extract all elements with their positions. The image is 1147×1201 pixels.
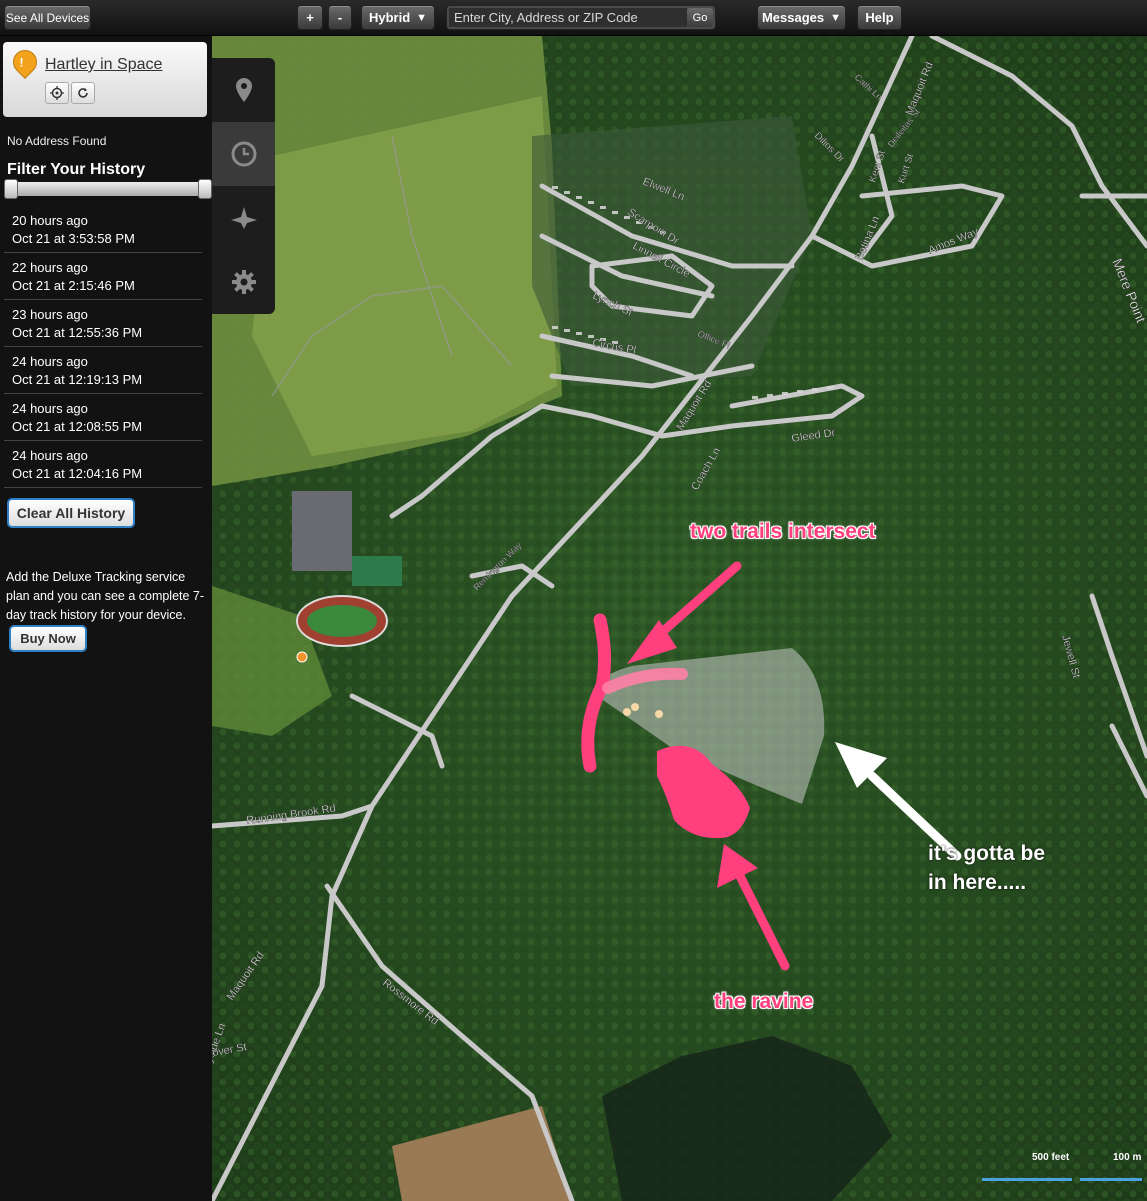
history-item[interactable]: 24 hours ago Oct 21 at 12:08:55 PM [4,394,202,441]
history-item[interactable]: 24 hours ago Oct 21 at 12:04:16 PM [4,441,202,488]
gear-icon[interactable] [212,250,275,314]
search-input[interactable] [449,8,687,27]
slider-handle-start[interactable] [4,179,18,199]
history-list: 20 hours ago Oct 21 at 3:53:58 PM 22 hou… [4,206,202,488]
annotation-here-line2: in here..... [928,871,1027,894]
messages-button[interactable]: Messages ▼ [757,5,846,30]
history-ago: 24 hours ago [12,354,88,369]
history-range-slider[interactable] [4,179,212,199]
annotation-trails: two trails intersect [690,520,876,543]
share-nodes-icon[interactable] [212,186,275,250]
filter-title: Filter Your History [7,161,146,178]
scale-feet: 500 feet [1032,1152,1070,1163]
promo-text: Add the Deluxe Tracking service plan and… [6,570,205,622]
refresh-icon[interactable] [71,82,95,104]
top-toolbar: See All Devices + - Hybrid ▼ Go Messages… [0,0,1147,36]
chevron-down-icon: ▼ [416,11,428,24]
upgrade-promo: Add the Deluxe Tracking service plan and… [6,568,206,652]
history-item[interactable]: 23 hours ago Oct 21 at 12:55:36 PM [4,300,202,347]
clear-history-button[interactable]: Clear All History [7,498,135,528]
annotation-ravine: the ravine [714,990,814,1013]
history-ago: 20 hours ago [12,213,88,228]
see-all-devices-button[interactable]: See All Devices [4,5,91,30]
scale-meters: 100 m [1113,1152,1142,1163]
history-ago: 24 hours ago [12,448,88,463]
annotation-here-line1: it's gotta be [928,842,1045,865]
warning-pin-icon: ! [8,45,42,79]
scale-bar-meters [1080,1178,1142,1181]
help-button[interactable]: Help [857,5,902,30]
map-layer: Maquoit Rd Maquoit Rd Maquoit Rd Elwell … [212,36,1147,1201]
chevron-down-icon: ▼ [830,11,842,24]
scale-bar-feet [982,1178,1072,1181]
slider-handle-end[interactable] [198,179,212,199]
location-pin-icon[interactable] [212,58,275,122]
buy-now-button[interactable]: Buy Now [9,625,87,652]
device-card: ! Hartley in Space [3,42,207,117]
history-ago: 24 hours ago [12,401,88,416]
map-tool-strip [212,58,275,314]
location-marker-icon[interactable] [296,651,308,663]
history-date: Oct 21 at 12:08:55 PM [12,419,143,434]
clock-icon[interactable] [212,122,275,186]
history-date: Oct 21 at 12:04:16 PM [12,466,143,481]
go-button[interactable]: Go [687,8,713,27]
history-date: Oct 21 at 12:55:36 PM [12,325,143,340]
crosshair-icon[interactable] [45,82,69,104]
map-type-label: Hybrid [368,10,411,25]
satellite-map[interactable]: Maquoit Rd Maquoit Rd Maquoit Rd Elwell … [212,36,1147,1201]
sidebar: ! Hartley in Space No Address Found Filt… [0,36,212,1201]
messages-label: Messages [761,10,825,25]
address-status: No Address Found [7,134,107,148]
history-item[interactable]: 22 hours ago Oct 21 at 2:15:46 PM [4,253,202,300]
device-name-link[interactable]: Hartley in Space [45,56,162,74]
zoom-out-button[interactable]: - [328,5,352,30]
history-item[interactable]: 24 hours ago Oct 21 at 12:19:13 PM [4,347,202,394]
history-ago: 22 hours ago [12,260,88,275]
history-date: Oct 21 at 12:19:13 PM [12,372,143,387]
zoom-in-button[interactable]: + [297,5,323,30]
history-item[interactable]: 20 hours ago Oct 21 at 3:53:58 PM [4,206,202,253]
history-date: Oct 21 at 3:53:58 PM [12,231,135,246]
search-box: Go [446,5,716,30]
map-type-select[interactable]: Hybrid ▼ [361,5,435,30]
history-date: Oct 21 at 2:15:46 PM [12,278,135,293]
history-ago: 23 hours ago [12,307,88,322]
